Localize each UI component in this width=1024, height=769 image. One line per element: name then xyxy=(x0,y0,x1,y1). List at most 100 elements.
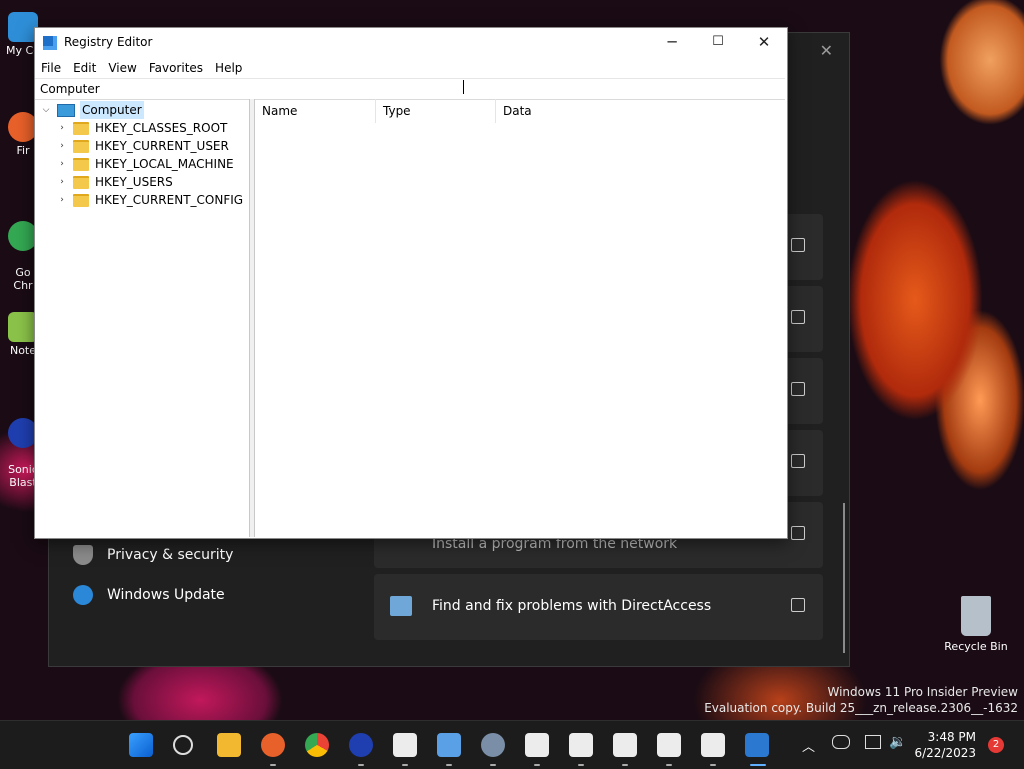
close-button[interactable]: ✕ xyxy=(741,28,787,58)
running-indicator xyxy=(402,764,408,766)
nav-item-label: Privacy & security xyxy=(107,547,234,563)
chevron-right-icon[interactable]: › xyxy=(57,191,67,209)
cloud-offline-icon[interactable] xyxy=(832,735,850,749)
start-icon[interactable] xyxy=(129,733,153,757)
tree-item-hkey-local-machine[interactable]: › HKEY_LOCAL_MACHINE xyxy=(57,155,234,173)
folder-icon xyxy=(73,193,89,207)
tree-item-label: HKEY_CLASSES_ROOT xyxy=(95,121,228,135)
window-title: Registry Editor xyxy=(64,35,153,49)
clock-time: 3:48 PM xyxy=(927,730,976,744)
running-indicator xyxy=(710,764,716,766)
menu-edit[interactable]: Edit xyxy=(67,58,102,78)
clock-date: 6/22/2023 xyxy=(914,746,976,760)
settings-card-label: Find and fix problems with DirectAccess xyxy=(432,598,712,614)
app-icon[interactable] xyxy=(569,733,593,757)
app-icon[interactable] xyxy=(525,733,549,757)
desktop-icon-label: Fir xyxy=(16,144,30,157)
running-indicator xyxy=(446,764,452,766)
sonic-icon[interactable] xyxy=(349,733,373,757)
app-icon[interactable] xyxy=(613,733,637,757)
chevron-down-icon[interactable]: ⌵ xyxy=(41,101,51,119)
maximize-button[interactable]: ☐ xyxy=(695,28,741,58)
file-explorer-icon[interactable] xyxy=(217,733,241,757)
menu-view[interactable]: View xyxy=(102,58,142,78)
search-icon[interactable] xyxy=(173,735,193,755)
app-icon[interactable] xyxy=(701,733,725,757)
tree-item-hkey-classes-root[interactable]: › HKEY_CLASSES_ROOT xyxy=(57,119,227,137)
desktop-icon-label: Recycle Bin xyxy=(944,640,1008,653)
address-path: Computer xyxy=(40,82,100,96)
running-indicator xyxy=(358,764,364,766)
taskbar: ︿ 🔉 3:48 PM 6/22/2023 2 xyxy=(0,720,1024,769)
tree-item-label: HKEY_CURRENT_CONFIG xyxy=(95,193,244,207)
folder-icon xyxy=(73,175,89,189)
nav-item-label: Windows Update xyxy=(107,587,225,603)
app-icon[interactable] xyxy=(393,733,417,757)
nav-item-privacy-security[interactable]: Privacy & security xyxy=(73,545,233,565)
shield-icon xyxy=(73,545,93,565)
folder-icon xyxy=(73,121,89,135)
menu-file[interactable]: File xyxy=(35,58,67,78)
scrollbar[interactable] xyxy=(843,503,845,653)
settings-card-directaccess[interactable]: Find and fix problems with DirectAccess xyxy=(374,574,823,640)
address-bar[interactable]: Computer xyxy=(35,78,785,100)
title-bar[interactable]: Registry Editor ─ ☐ ✕ xyxy=(35,28,787,58)
tree-item-label: HKEY_CURRENT_USER xyxy=(95,139,229,153)
column-header-data[interactable]: Data xyxy=(496,99,785,123)
external-link-icon xyxy=(791,238,805,252)
desktop-icon-recycle-bin[interactable]: Recycle Bin xyxy=(942,596,1010,653)
external-link-icon xyxy=(791,382,805,396)
tree-item-hkey-current-user[interactable]: › HKEY_CURRENT_USER xyxy=(57,137,229,155)
settings-icon[interactable] xyxy=(481,733,505,757)
running-indicator xyxy=(666,764,672,766)
external-link-icon xyxy=(791,526,805,540)
notification-badge[interactable]: 2 xyxy=(988,737,1004,753)
folder-icon xyxy=(73,157,89,171)
registry-editor-icon xyxy=(43,36,57,50)
external-link-icon xyxy=(791,598,805,612)
external-link-icon xyxy=(791,310,805,324)
tree-item-label: HKEY_LOCAL_MACHINE xyxy=(95,157,234,171)
chevron-right-icon[interactable]: › xyxy=(57,173,67,191)
nav-item-windows-update[interactable]: Windows Update xyxy=(73,585,225,605)
chevron-right-icon[interactable]: › xyxy=(57,155,67,173)
running-indicator xyxy=(578,764,584,766)
watermark-line: Windows 11 Pro Insider Preview xyxy=(827,685,1018,699)
menu-help[interactable]: Help xyxy=(209,58,248,78)
running-indicator xyxy=(490,764,496,766)
close-icon[interactable]: ✕ xyxy=(820,41,833,60)
evaluation-watermark: Windows 11 Pro Insider Preview Evaluatio… xyxy=(704,684,1018,716)
chevron-right-icon[interactable]: › xyxy=(57,137,67,155)
clock[interactable]: 3:48 PM 6/22/2023 xyxy=(914,729,976,761)
notepad-icon[interactable] xyxy=(437,733,461,757)
external-link-icon xyxy=(791,454,805,468)
directaccess-icon xyxy=(390,596,412,616)
column-header-type[interactable]: Type xyxy=(376,99,496,123)
menu-bar: File Edit View Favorites Help xyxy=(35,58,248,78)
tree-item-computer[interactable]: ⌵ Computer xyxy=(41,101,144,119)
registry-editor-icon[interactable] xyxy=(745,733,769,757)
tree-item-label: HKEY_USERS xyxy=(95,175,173,189)
firefox-icon[interactable] xyxy=(261,733,285,757)
chevron-up-icon[interactable]: ︿ xyxy=(802,736,815,755)
column-header-name[interactable]: Name xyxy=(255,99,376,123)
tree-pane: ⌵ Computer › HKEY_CLASSES_ROOT › HKEY_CU… xyxy=(35,99,250,537)
text-cursor-icon xyxy=(463,80,470,94)
desktop-icon-label: Note xyxy=(9,344,37,357)
chevron-right-icon[interactable]: › xyxy=(57,119,67,137)
tree-item-hkey-current-config[interactable]: › HKEY_CURRENT_CONFIG xyxy=(57,191,243,209)
folder-icon xyxy=(73,139,89,153)
running-indicator xyxy=(534,764,540,766)
app-icon[interactable] xyxy=(657,733,681,757)
registry-editor-window: Registry Editor ─ ☐ ✕ File Edit View Fav… xyxy=(34,27,788,539)
volume-icon[interactable]: 🔉 xyxy=(889,734,906,750)
running-indicator xyxy=(622,764,628,766)
watermark-line: Evaluation copy. Build 25___zn_release.2… xyxy=(704,701,1018,715)
running-indicator xyxy=(270,764,276,766)
chrome-icon[interactable] xyxy=(305,733,329,757)
minimize-button[interactable]: ─ xyxy=(649,28,695,58)
values-list: Name Type Data xyxy=(255,99,785,537)
network-icon[interactable] xyxy=(865,735,881,749)
menu-favorites[interactable]: Favorites xyxy=(143,58,209,78)
tree-item-hkey-users[interactable]: › HKEY_USERS xyxy=(57,173,173,191)
